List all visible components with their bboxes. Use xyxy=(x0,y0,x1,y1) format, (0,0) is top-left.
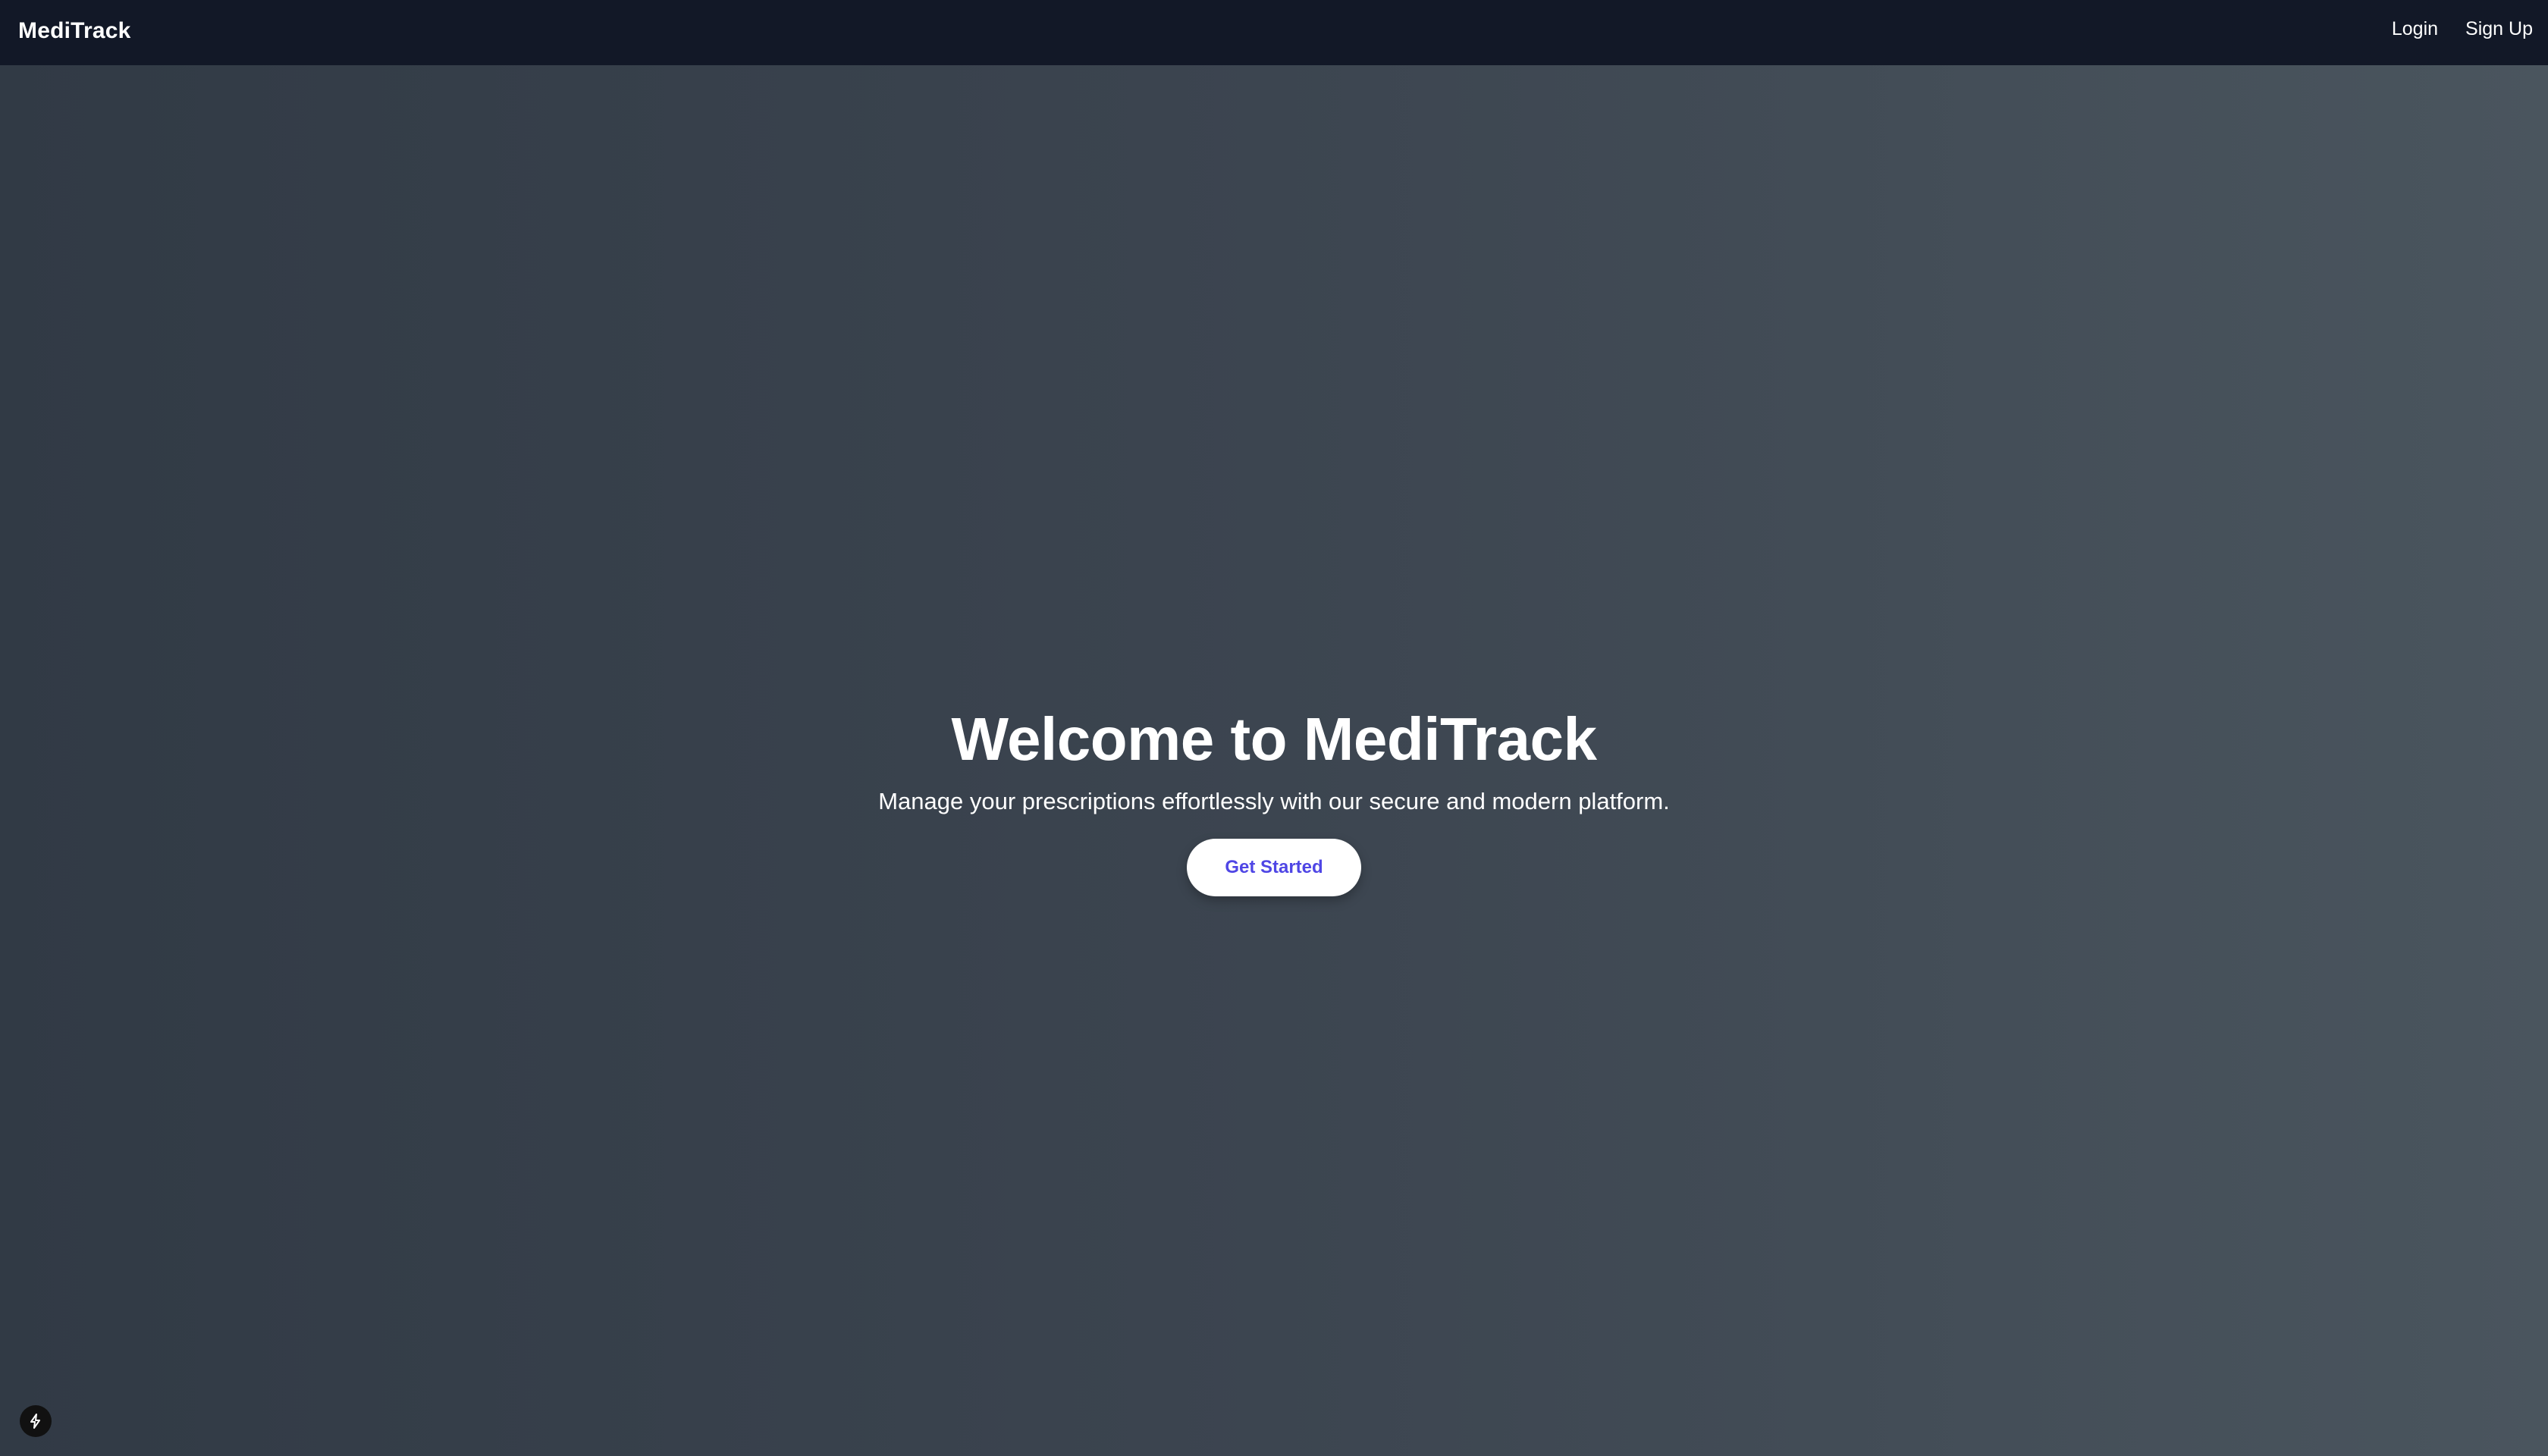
hero-title: Welcome to MediTrack xyxy=(951,705,1597,773)
brand-logo-text[interactable]: MediTrack xyxy=(18,0,131,62)
top-navbar: MediTrack Login Sign Up xyxy=(0,0,2548,65)
dev-tools-badge[interactable] xyxy=(20,1405,52,1437)
hero-subtitle: Manage your prescriptions effortlessly w… xyxy=(878,788,1670,814)
hero-section: Welcome to MediTrack Manage your prescri… xyxy=(0,698,2548,896)
nav-links: Login Sign Up xyxy=(2392,0,2533,58)
signup-link[interactable]: Sign Up xyxy=(2465,18,2533,40)
login-link[interactable]: Login xyxy=(2392,18,2438,40)
get-started-button[interactable]: Get Started xyxy=(1187,839,1361,896)
lightning-bolt-icon xyxy=(27,1412,45,1430)
